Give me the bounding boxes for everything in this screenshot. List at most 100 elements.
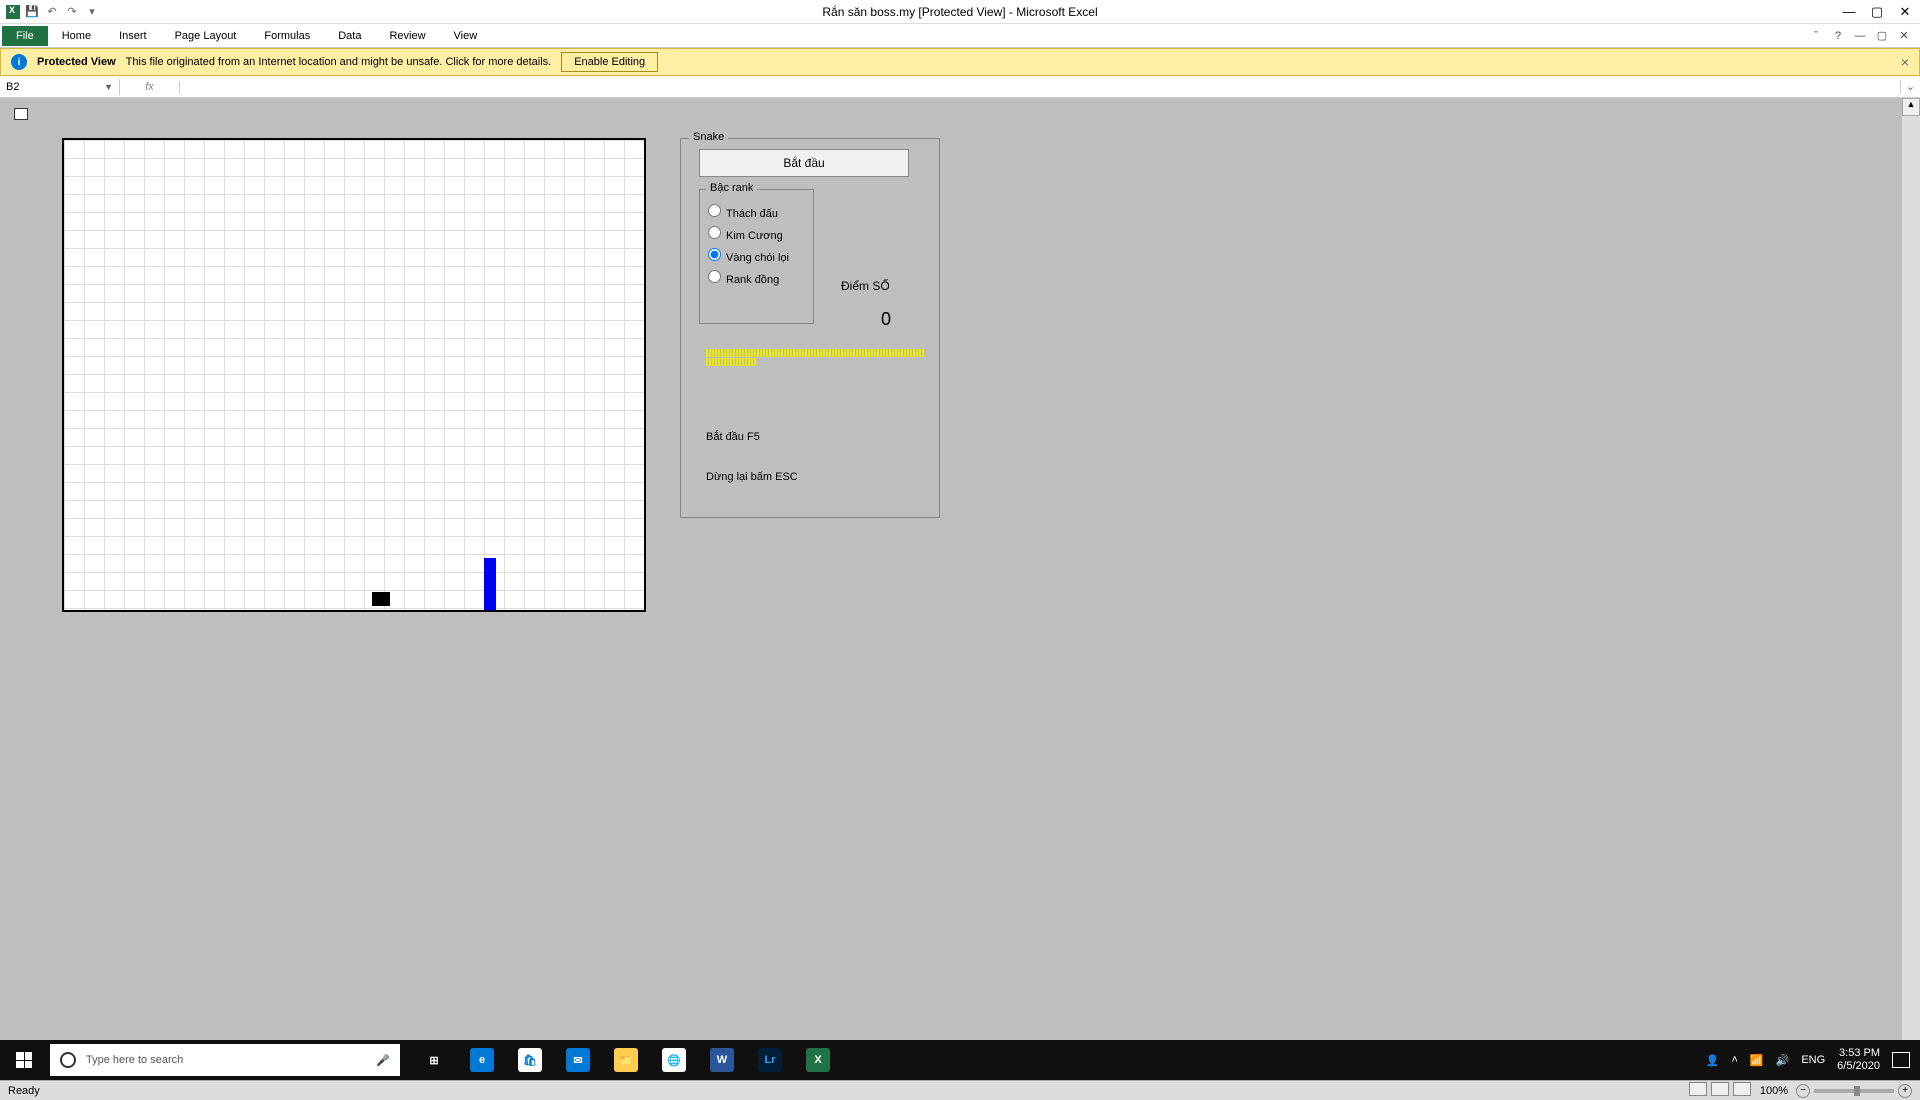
title-bar: 💾 ↶ ↷ ▾ Rắn săn boss.my [Protected View]…: [0, 0, 1920, 24]
shield-icon: i: [11, 54, 27, 70]
undo-icon[interactable]: ↶: [44, 4, 60, 20]
rank-radio-2[interactable]: [708, 248, 721, 261]
taskbar-apps: ⊞ e 🛍 ✉ 📁 🌐 W Lr X: [410, 1040, 842, 1080]
ribbon-tabs: File Home Insert Page Layout Formulas Da…: [0, 24, 1920, 48]
zoom-controls: − +: [1796, 1084, 1912, 1098]
search-placeholder: Type here to search: [86, 1054, 183, 1066]
rank-option-3[interactable]: Rank đồng: [708, 270, 805, 286]
zoom-in-button[interactable]: +: [1898, 1084, 1912, 1098]
tray-time: 3:53 PM: [1837, 1047, 1880, 1060]
rank-group: Bậc rank Thách đấu Kim Cương Vàng chói l…: [699, 189, 814, 324]
window-title: Rắn săn boss.my [Protected View] - Micro…: [822, 5, 1097, 19]
store-icon[interactable]: 🛍: [506, 1040, 554, 1080]
zoom-percent[interactable]: 100%: [1760, 1085, 1788, 1097]
snake-game-grid[interactable]: [62, 138, 646, 612]
workspace-vertical-scrollbar[interactable]: ▲ ▼: [1902, 98, 1920, 1060]
protected-view-label: Protected View: [37, 56, 116, 68]
protected-view-bar: i Protected View This file originated fr…: [0, 48, 1920, 76]
help-icon[interactable]: ?: [1830, 28, 1846, 44]
formula-expand-icon[interactable]: ⌄: [1900, 80, 1920, 93]
ribbon-window-restore-icon[interactable]: ▢: [1874, 28, 1890, 44]
tab-review[interactable]: Review: [375, 26, 439, 46]
view-page-layout-icon[interactable]: [1711, 1082, 1729, 1096]
tab-home[interactable]: Home: [48, 26, 105, 46]
rank-radio-1[interactable]: [708, 226, 721, 239]
edge-icon[interactable]: e: [458, 1040, 506, 1080]
protected-view-message: This file originated from an Internet lo…: [126, 56, 552, 68]
qat-dropdown-icon[interactable]: ▾: [84, 4, 100, 20]
start-button[interactable]: [0, 1040, 48, 1080]
rank-radio-3[interactable]: [708, 270, 721, 283]
close-button[interactable]: ✕: [1896, 3, 1914, 21]
redo-icon[interactable]: ↷: [64, 4, 80, 20]
microphone-icon[interactable]: 🎤: [376, 1054, 390, 1067]
status-bar: Ready 100% − +: [0, 1080, 1920, 1100]
formula-input[interactable]: [180, 85, 1900, 89]
excel-taskbar-icon[interactable]: X: [794, 1040, 842, 1080]
rank-radio-0[interactable]: [708, 204, 721, 217]
excel-icon: [6, 5, 20, 19]
tab-insert[interactable]: Insert: [105, 26, 161, 46]
quick-access-toolbar: 💾 ↶ ↷ ▾: [0, 4, 100, 20]
tab-data[interactable]: Data: [324, 26, 375, 46]
view-buttons: [1689, 1082, 1752, 1099]
protected-close-icon[interactable]: ×: [1901, 54, 1909, 70]
start-button[interactable]: Bắt đầu: [699, 149, 909, 177]
ribbon-help-icons: ˇ ? — ▢ ✕: [1808, 28, 1912, 44]
tray-network-icon[interactable]: 📶: [1750, 1054, 1764, 1067]
scroll-up-icon[interactable]: ▲: [1902, 98, 1920, 116]
system-tray: 👤 ˄ 📶 🔊 ENG 3:53 PM 6/5/2020: [1706, 1047, 1920, 1073]
tab-file[interactable]: File: [2, 26, 48, 46]
maximize-button[interactable]: ▢: [1868, 3, 1886, 21]
workspace: Snake Bắt đầu Bậc rank Thách đấu Kim Cươ…: [0, 98, 1920, 1060]
zoom-out-button[interactable]: −: [1796, 1084, 1810, 1098]
hint-start: Bắt đầu F5: [706, 431, 760, 443]
tray-chevron-icon[interactable]: ˄: [1731, 1054, 1737, 1066]
fx-button-area: fx: [120, 81, 180, 93]
windows-taskbar: Type here to search 🎤 ⊞ e 🛍 ✉ 📁 🌐 W Lr X…: [0, 1040, 1920, 1080]
tab-page-layout[interactable]: Page Layout: [161, 26, 251, 46]
tray-people-icon[interactable]: 👤: [1706, 1054, 1720, 1067]
mail-icon[interactable]: ✉: [554, 1040, 602, 1080]
zoom-slider[interactable]: [1814, 1089, 1894, 1093]
snake-body-block: [484, 558, 496, 610]
tray-volume-icon[interactable]: 🔊: [1776, 1054, 1790, 1067]
word-icon[interactable]: W: [698, 1040, 746, 1080]
tray-clock[interactable]: 3:53 PM 6/5/2020: [1837, 1047, 1880, 1073]
progress-bar: [706, 349, 924, 371]
enable-editing-button[interactable]: Enable Editing: [561, 52, 658, 72]
name-box[interactable]: B2 ▼: [0, 79, 120, 95]
explorer-icon[interactable]: 📁: [602, 1040, 650, 1080]
score-value: 0: [881, 309, 891, 330]
window-controls: — ▢ ✕: [1840, 3, 1914, 21]
save-icon[interactable]: 💾: [24, 4, 40, 20]
hint-stop: Dừng lại bấm ESC: [706, 471, 798, 483]
view-normal-icon[interactable]: [1689, 1082, 1707, 1096]
rank-option-0[interactable]: Thách đấu: [708, 204, 805, 220]
tab-view[interactable]: View: [440, 26, 492, 46]
taskbar-search[interactable]: Type here to search 🎤: [50, 1044, 400, 1076]
ribbon-window-min-icon[interactable]: —: [1852, 28, 1868, 44]
cortana-icon: [60, 1052, 76, 1068]
rank-option-2[interactable]: Vàng chói lọi: [708, 248, 805, 264]
tray-language[interactable]: ENG: [1801, 1054, 1825, 1066]
minimize-ribbon-icon[interactable]: ˇ: [1808, 28, 1824, 44]
view-page-break-icon[interactable]: [1733, 1082, 1751, 1096]
panel-title: Snake: [689, 131, 728, 143]
task-view-icon[interactable]: ⊞: [410, 1040, 458, 1080]
tab-formulas[interactable]: Formulas: [250, 26, 324, 46]
notifications-icon[interactable]: [1892, 1052, 1910, 1068]
fx-icon[interactable]: fx: [145, 81, 154, 93]
score-label: Điểm SỐ: [841, 279, 890, 293]
chrome-icon[interactable]: 🌐: [650, 1040, 698, 1080]
rank-option-1[interactable]: Kim Cương: [708, 226, 805, 242]
minimize-button[interactable]: —: [1840, 3, 1858, 21]
lightroom-icon[interactable]: Lr: [746, 1040, 794, 1080]
cell-reference: B2: [6, 81, 19, 93]
tray-date: 6/5/2020: [1837, 1060, 1880, 1073]
ribbon-window-close-icon[interactable]: ✕: [1896, 28, 1912, 44]
status-ready: Ready: [8, 1085, 40, 1097]
namebox-dropdown-icon[interactable]: ▼: [104, 82, 113, 92]
grid-background: [64, 140, 644, 610]
workbook-thumbnail-icon[interactable]: [14, 108, 28, 120]
